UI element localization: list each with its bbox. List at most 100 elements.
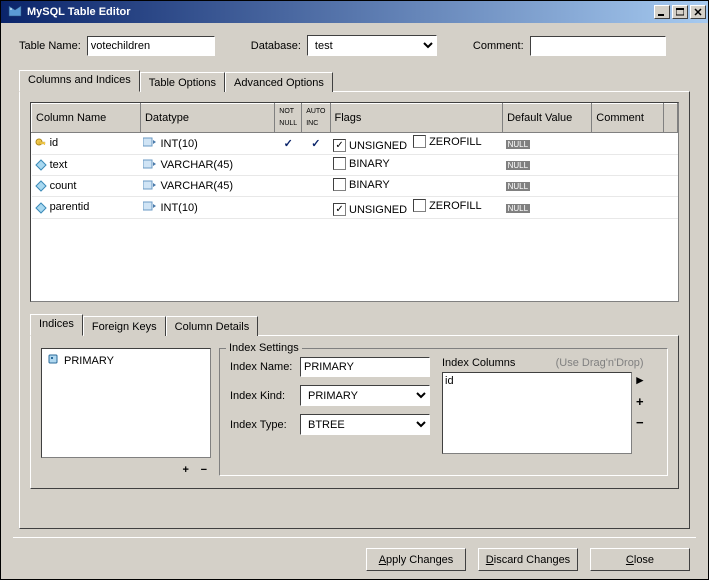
index-col-add-button[interactable]: +	[636, 394, 644, 409]
comment-cell[interactable]	[592, 155, 664, 176]
col-header-default[interactable]: Default Value	[503, 104, 592, 133]
notnull-cell[interactable]: ✓	[275, 133, 302, 155]
close-button[interactable]	[690, 5, 706, 19]
col-header-flags[interactable]: Flags	[330, 104, 503, 133]
datatype-value: VARCHAR(45)	[160, 180, 233, 192]
flags-cell[interactable]: ✓UNSIGNEDZEROFILL	[330, 133, 503, 155]
default-cell[interactable]: NULL	[503, 133, 592, 155]
tab-foreign-keys[interactable]: Foreign Keys	[83, 316, 166, 336]
column-icon	[35, 202, 47, 214]
primary-key-icon	[35, 138, 47, 150]
table-row[interactable]: count VARCHAR(45) BINARYNULL	[32, 176, 678, 197]
autoinc-cell[interactable]	[302, 176, 330, 197]
flags-cell[interactable]: ✓UNSIGNEDZEROFILL	[330, 197, 503, 219]
index-name-input[interactable]	[300, 357, 430, 377]
index-column-item[interactable]: id	[445, 375, 629, 387]
app-icon	[7, 4, 23, 20]
col-header-name[interactable]: Column Name	[32, 104, 141, 133]
index-kind-select[interactable]: PRIMARY	[300, 385, 430, 406]
comment-label: Comment:	[473, 40, 524, 52]
index-kind-label: Index Kind:	[230, 390, 300, 402]
minimize-button[interactable]	[654, 5, 670, 19]
index-list[interactable]: PRIMARY	[41, 348, 211, 458]
tab-columns-indices[interactable]: Columns and Indices	[19, 70, 140, 92]
index-columns-label: Index Columns	[442, 357, 515, 369]
footer-separator	[13, 537, 696, 538]
column-name: parentid	[50, 201, 90, 213]
titlebar-buttons	[654, 5, 706, 19]
table-row[interactable]: text VARCHAR(45) BINARYNULL	[32, 155, 678, 176]
main-tabs: Columns and Indices Table Options Advanc…	[19, 70, 690, 92]
col-header-notnull[interactable]: NOT NULL	[275, 104, 302, 133]
datatype-value: INT(10)	[160, 138, 197, 150]
default-cell[interactable]: NULL	[503, 176, 592, 197]
maximize-button[interactable]	[672, 5, 688, 19]
index-settings-legend: Index Settings	[226, 342, 302, 354]
tab-table-options[interactable]: Table Options	[140, 72, 225, 92]
tab-column-details[interactable]: Column Details	[166, 316, 259, 336]
sub-tabs: Indices Foreign Keys Column Details	[30, 314, 679, 336]
index-type-label: Index Type:	[230, 419, 300, 431]
table-row[interactable]: idINT(10)✓✓✓UNSIGNEDZEROFILLNULL	[32, 133, 678, 155]
content-area: Table Name: Database: test Comment: Colu…	[1, 23, 708, 537]
comment-cell[interactable]	[592, 176, 664, 197]
flags-cell[interactable]: BINARY	[330, 176, 503, 197]
autoinc-cell[interactable]: ✓	[302, 133, 330, 155]
columns-grid[interactable]: Column Name Datatype NOT NULL AUTO INC F…	[30, 102, 679, 302]
comment-cell[interactable]	[592, 197, 664, 219]
datatype-value: VARCHAR(45)	[160, 159, 233, 171]
titlebar-title: MySQL Table Editor	[27, 6, 654, 18]
col-header-spacer	[664, 104, 678, 133]
column-icon	[35, 180, 47, 192]
close-button-footer[interactable]: Close	[590, 548, 690, 571]
footer-buttons: Apply Changes Discard Changes Close	[1, 540, 708, 579]
index-type-select[interactable]: BTREE	[300, 414, 430, 435]
titlebar: MySQL Table Editor	[1, 1, 708, 23]
comment-cell[interactable]	[592, 133, 664, 155]
datatype-icon	[143, 200, 157, 215]
add-index-button[interactable]: +	[182, 464, 188, 476]
notnull-cell[interactable]	[275, 155, 302, 176]
tab-pane-columns: Column Name Datatype NOT NULL AUTO INC F…	[19, 91, 690, 529]
flags-cell[interactable]: BINARY	[330, 155, 503, 176]
column-name: count	[50, 180, 77, 192]
tab-advanced-options[interactable]: Advanced Options	[225, 72, 333, 92]
header-row: Table Name: Database: test Comment:	[19, 35, 690, 56]
table-name-input[interactable]	[87, 36, 215, 56]
autoinc-cell[interactable]	[302, 197, 330, 219]
datatype-icon	[143, 158, 157, 173]
apply-changes-button[interactable]: Apply Changes	[366, 548, 466, 571]
column-name: id	[50, 137, 59, 149]
table-row[interactable]: parentid INT(10) ✓UNSIGNEDZEROFILLNULL	[32, 197, 678, 219]
dragdrop-hint: (Use Drag'n'Drop)	[556, 357, 644, 369]
index-name-label: Index Name:	[230, 361, 300, 373]
col-header-autoinc[interactable]: AUTO INC	[302, 104, 330, 133]
autoinc-cell[interactable]	[302, 155, 330, 176]
table-name-label: Table Name:	[19, 40, 81, 52]
index-col-remove-button[interactable]: −	[636, 415, 644, 430]
column-icon	[35, 159, 47, 171]
tab-pane-indices: PRIMARY + − Index Settings Index Name:	[30, 335, 679, 489]
default-cell[interactable]: NULL	[503, 155, 592, 176]
index-icon	[46, 352, 60, 369]
column-name: text	[50, 159, 68, 171]
index-col-move-button[interactable]: ▸	[636, 372, 644, 388]
datatype-icon	[143, 136, 157, 151]
notnull-cell[interactable]	[275, 176, 302, 197]
datatype-value: INT(10)	[160, 202, 197, 214]
database-select[interactable]: test	[307, 35, 437, 56]
index-item-primary[interactable]: PRIMARY	[44, 351, 208, 370]
datatype-icon	[143, 179, 157, 194]
tab-indices[interactable]: Indices	[30, 314, 83, 336]
index-settings-fieldset: Index Settings Index Name: Index Kind: P…	[219, 348, 668, 476]
database-label: Database:	[251, 40, 301, 52]
discard-changes-button[interactable]: Discard Changes	[478, 548, 578, 571]
remove-index-button[interactable]: −	[201, 464, 207, 476]
notnull-cell[interactable]	[275, 197, 302, 219]
index-item-label: PRIMARY	[64, 355, 114, 367]
index-columns-list[interactable]: id	[442, 372, 632, 454]
comment-input[interactable]	[530, 36, 666, 56]
default-cell[interactable]: NULL	[503, 197, 592, 219]
col-header-datatype[interactable]: Datatype	[140, 104, 274, 133]
col-header-comment[interactable]: Comment	[592, 104, 664, 133]
